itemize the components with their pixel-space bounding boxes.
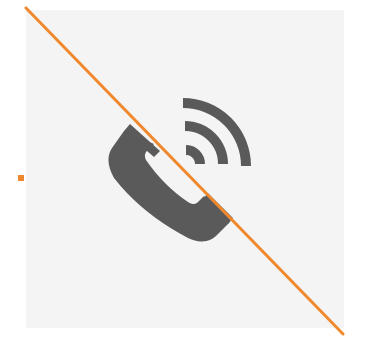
signal-wave-small	[185, 145, 205, 165]
phone-signal-off-icon	[24, 6, 345, 336]
icon-canvas	[0, 0, 366, 338]
strike-through-line	[24, 6, 345, 336]
signal-waves-icon	[182, 98, 251, 167]
handset-body	[108, 131, 230, 242]
